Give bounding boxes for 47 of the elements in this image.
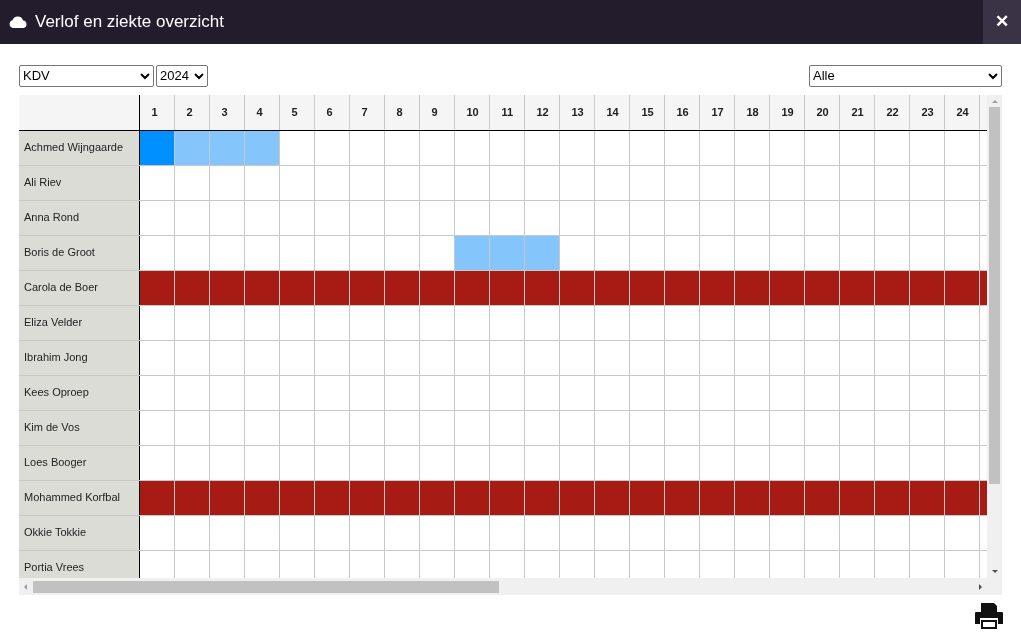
column-header: 3 xyxy=(209,95,244,130)
column-header: 5 xyxy=(279,95,314,130)
group-select[interactable]: KDV xyxy=(19,65,154,87)
column-header: 22 xyxy=(874,95,909,130)
column-header: 20 xyxy=(804,95,839,130)
year-select[interactable]: 2024 xyxy=(156,65,208,87)
column-header: 1 xyxy=(139,95,174,130)
employee-name: Anna Rond xyxy=(19,200,139,235)
column-header: 11 xyxy=(489,95,524,130)
employee-name: Carola de Boer xyxy=(19,270,139,305)
employee-name: Loes Booger xyxy=(19,445,139,480)
employee-name: Kim de Vos xyxy=(19,410,139,445)
column-header: 12 xyxy=(524,95,559,130)
employee-name: Portia Vrees xyxy=(19,550,139,578)
employee-name: Ibrahim Jong xyxy=(19,340,139,375)
employee-name: Boris de Groot xyxy=(19,235,139,270)
employee-name: Mohammed Korfbal xyxy=(19,480,139,515)
employee-name: Eliza Velder xyxy=(19,305,139,340)
column-header: 7 xyxy=(349,95,384,130)
column-header: 6 xyxy=(314,95,349,130)
chevron-down-icon xyxy=(988,72,998,80)
column-header: 13 xyxy=(559,95,594,130)
close-button[interactable]: ✕ xyxy=(983,0,1021,44)
column-header: 4 xyxy=(244,95,279,130)
column-header: 16 xyxy=(664,95,699,130)
print-icon[interactable] xyxy=(974,602,1004,630)
employee-name: Kees Oproep xyxy=(19,375,139,410)
column-header: 8 xyxy=(384,95,419,130)
employee-name: Ali Riev xyxy=(19,165,139,200)
column-header: 17 xyxy=(699,95,734,130)
column-header: 14 xyxy=(594,95,629,130)
cloud-icon xyxy=(9,16,27,28)
column-header: 18 xyxy=(734,95,769,130)
column-header: 19 xyxy=(769,95,804,130)
type-select[interactable]: Alle xyxy=(809,65,1002,87)
chevron-down-icon xyxy=(140,72,150,80)
column-header: 15 xyxy=(629,95,664,130)
column-header: 10 xyxy=(454,95,489,130)
column-header: 23 xyxy=(909,95,944,130)
column-header: 9 xyxy=(419,95,454,130)
window-title: Verlof en ziekte overzicht xyxy=(35,11,224,34)
chevron-down-icon xyxy=(194,72,204,80)
employee-name: Achmed Wijngaarde xyxy=(19,130,139,165)
employee-name: Okkie Tokkie xyxy=(19,515,139,550)
column-header: 21 xyxy=(839,95,874,130)
column-header: 24 xyxy=(944,95,979,130)
column-header: 2 xyxy=(174,95,209,130)
